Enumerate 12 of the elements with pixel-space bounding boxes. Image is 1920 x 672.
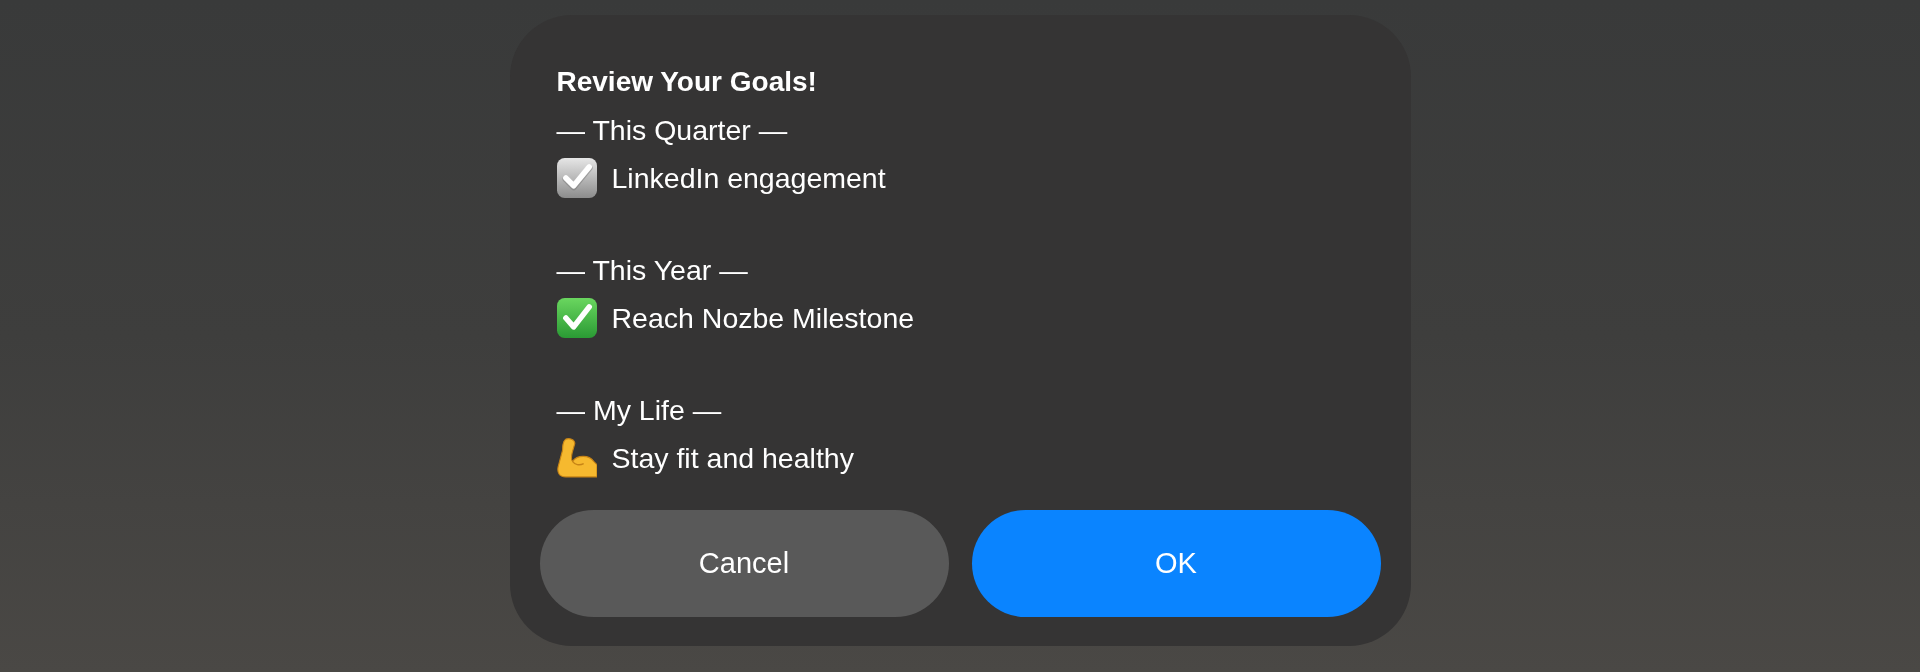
flexed-arm-icon — [556, 438, 597, 478]
ok-button[interactable]: OK — [971, 510, 1381, 617]
checkmark-icon — [556, 298, 597, 338]
section-heading: — My Life — — [556, 393, 722, 428]
section-heading: — This Year — — [556, 253, 748, 288]
alert-title: Review Your Goals! — [556, 65, 818, 99]
section-heading: — This Quarter — — [556, 113, 788, 148]
goal-text: Stay fit and healthy — [611, 441, 854, 476]
checkbox-icon — [556, 158, 597, 198]
goal-text: Reach Nozbe Milestone — [611, 301, 915, 336]
goal-text: LinkedIn engagement — [611, 161, 886, 196]
cancel-button[interactable]: Cancel — [539, 510, 949, 617]
